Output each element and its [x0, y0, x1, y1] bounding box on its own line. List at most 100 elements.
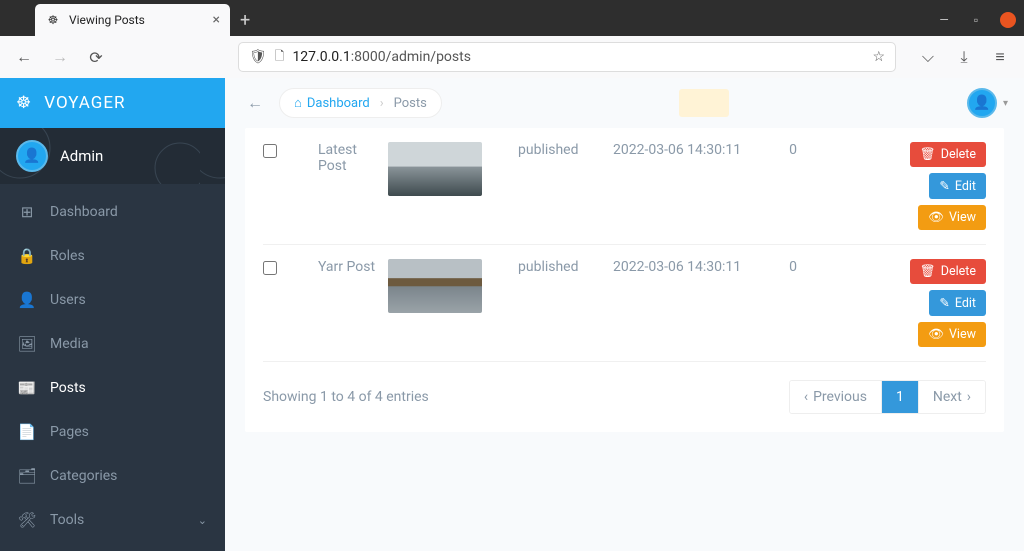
edit-button[interactable]: ✎Edit: [929, 173, 986, 199]
browser-tab[interactable]: ☸ Viewing Posts ×: [35, 4, 230, 36]
sidebar-item-label: Media: [50, 336, 89, 352]
sidebar-item-media[interactable]: 🖼 Media: [0, 322, 225, 366]
posts-icon: 📰: [18, 379, 36, 397]
tab-bar: ☸ Viewing Posts × + — ▫: [0, 0, 1024, 36]
maximize-button[interactable]: ▫: [960, 4, 992, 36]
page-1[interactable]: 1: [882, 381, 919, 413]
helm-icon: ☸: [45, 12, 61, 28]
tab-title: Viewing Posts: [69, 13, 205, 27]
chevron-right-icon: ›: [380, 96, 384, 111]
menu-icon[interactable]: ≡: [986, 43, 1014, 71]
next-page[interactable]: Next›: [919, 381, 985, 413]
eye-icon: 👁: [928, 327, 944, 342]
lock-icon: 🗋: [275, 47, 285, 68]
reload-button[interactable]: ⟳: [82, 43, 110, 71]
notification-badge[interactable]: [679, 89, 729, 117]
sidebar-menu: ⊞ Dashboard 🔒Roles👤Users 🖼 Media 📰 Posts 📄 Pages…: [0, 184, 225, 548]
pencil-icon: ✎: [939, 295, 949, 311]
forward-button[interactable]: →: [46, 43, 74, 71]
pagination: ‹Previous 1 Next›: [789, 380, 986, 414]
back-button[interactable]: ←: [10, 43, 38, 71]
sidebar-user[interactable]: 👤 Admin: [0, 128, 225, 184]
url-text: 127.0.0.1:8000/admin/posts: [292, 49, 864, 65]
table-row: Yarr Post published2022-03-06 14:30:110 🗑D…: [263, 245, 986, 362]
prev-page[interactable]: ‹Previous: [790, 381, 882, 413]
sidebar-item-label: Categories: [50, 468, 117, 484]
sidebar-item-dashboard[interactable]: ⊞ Dashboard: [0, 190, 225, 234]
post-count: 0: [768, 259, 818, 347]
main: ← ⌂Dashboard › Posts 👤 ▾ Latest Post publ…: [225, 78, 1024, 551]
sidebar-item-tools[interactable]: 🛠 Tools ⌄: [0, 498, 225, 542]
sidebar-item-categories[interactable]: 🗂 Categories: [0, 454, 225, 498]
pages-icon: 📄: [18, 423, 36, 441]
minimize-button[interactable]: —: [928, 4, 960, 36]
sidebar-item-label: Posts: [50, 380, 86, 396]
eye-icon: 👁: [928, 210, 944, 225]
sidebar-item-label: Pages: [50, 424, 89, 440]
home-icon: ⌂: [294, 95, 302, 111]
star-icon[interactable]: ☆: [872, 49, 885, 65]
post-status: published: [518, 259, 613, 347]
post-status: published: [518, 142, 613, 230]
post-count: 0: [768, 142, 818, 230]
view-button[interactable]: 👁View: [918, 205, 986, 230]
sidebar-item-label: Tools: [50, 512, 84, 528]
chevron-down-icon: ⌄: [198, 514, 207, 527]
breadcrumb-dashboard[interactable]: ⌂Dashboard: [294, 95, 370, 111]
user-menu[interactable]: 👤 ▾: [967, 88, 1008, 118]
chevron-down-icon: ▾: [1003, 98, 1008, 109]
download-icon[interactable]: ⤓: [950, 43, 978, 71]
window-controls: — ▫: [928, 4, 1024, 36]
categories-icon: 🗂: [18, 467, 36, 485]
browser-chrome: ☸ Viewing Posts × + — ▫ ← → ⟳ 🛡 🗋 127.0.…: [0, 0, 1024, 78]
view-button[interactable]: 👁View: [918, 322, 986, 347]
trash-icon: 🗑: [920, 147, 936, 162]
row-checkbox[interactable]: [263, 261, 277, 275]
post-thumbnail[interactable]: [388, 259, 482, 313]
sidebar-item-roles[interactable]: 🔒Roles: [0, 234, 225, 278]
close-button[interactable]: [1000, 12, 1016, 28]
chevron-right-icon: ›: [967, 389, 971, 405]
post-date: 2022-03-06 14:30:11: [613, 142, 768, 230]
post-thumbnail[interactable]: [388, 142, 482, 196]
address-bar: ← → ⟳ 🛡 🗋 127.0.0.1:8000/admin/posts ☆ ⌵…: [0, 36, 1024, 78]
edit-button[interactable]: ✎Edit: [929, 290, 986, 316]
topbar: ← ⌂Dashboard › Posts 👤 ▾: [225, 78, 1024, 128]
users-icon: 👤: [18, 291, 36, 309]
breadcrumb-current: Posts: [394, 96, 427, 111]
sidebar: ☸ VOYAGER 👤 Admin ⊞ Dashboard 🔒Roles👤Users…: [0, 78, 225, 551]
sidebar-item-label: Dashboard: [50, 204, 118, 220]
new-tab-button[interactable]: +: [230, 4, 260, 36]
sidebar-item-users[interactable]: 👤Users: [0, 278, 225, 322]
trash-icon: 🗑: [920, 264, 936, 279]
brand-text: VOYAGER: [44, 93, 125, 113]
dashboard-icon: ⊞: [18, 203, 36, 221]
chevron-left-icon: ‹: [804, 389, 808, 405]
sidebar-item-posts[interactable]: 📰 Posts: [0, 366, 225, 410]
table-row: Latest Post published2022-03-06 14:30:110…: [263, 128, 986, 245]
shield-icon: 🛡: [249, 49, 267, 65]
posts-panel: Latest Post published2022-03-06 14:30:110…: [245, 128, 1004, 432]
brand[interactable]: ☸ VOYAGER: [0, 78, 225, 128]
sidebar-item-pages[interactable]: 📄 Pages: [0, 410, 225, 454]
breadcrumb: ⌂Dashboard › Posts: [279, 88, 442, 118]
url-input[interactable]: 🛡 🗋 127.0.0.1:8000/admin/posts ☆: [238, 42, 896, 72]
pocket-icon[interactable]: ⌵: [914, 43, 942, 71]
showing-text: Showing 1 to 4 of 4 entries: [263, 389, 429, 405]
viewport: ☸ VOYAGER 👤 Admin ⊞ Dashboard 🔒Roles👤Users…: [0, 78, 1024, 551]
back-arrow[interactable]: ←: [241, 89, 269, 117]
media-icon: 🖼: [18, 335, 36, 353]
sidebar-item-label: Roles: [50, 248, 85, 264]
avatar: 👤: [16, 140, 48, 172]
post-title: Yarr Post: [318, 259, 388, 347]
pencil-icon: ✎: [939, 178, 949, 194]
row-checkbox[interactable]: [263, 144, 277, 158]
table-footer: Showing 1 to 4 of 4 entries ‹Previous 1 …: [263, 362, 986, 414]
post-title: Latest Post: [318, 142, 388, 230]
avatar: 👤: [967, 88, 997, 118]
delete-button[interactable]: 🗑Delete: [910, 259, 986, 284]
tools-icon: 🛠: [18, 511, 36, 529]
delete-button[interactable]: 🗑Delete: [910, 142, 986, 167]
post-date: 2022-03-06 14:30:11: [613, 259, 768, 347]
close-icon[interactable]: ×: [213, 12, 220, 28]
